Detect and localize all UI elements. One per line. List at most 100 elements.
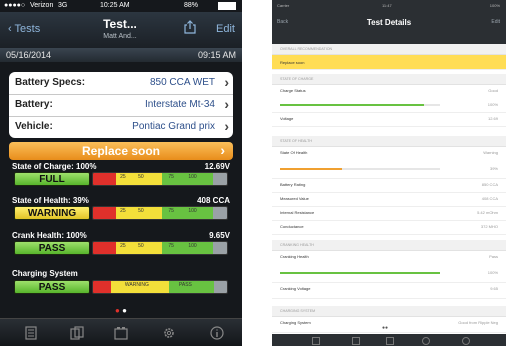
gauge-green-zone: 75 100 <box>162 242 214 254</box>
copy-icon[interactable] <box>352 337 360 345</box>
metric-label: State of Charge: 100% <box>12 162 97 171</box>
row-value: Pass <box>489 254 498 259</box>
cranking-voltage-row[interactable]: Cranking Voltage 9.65 <box>272 282 506 299</box>
gauge-yellow-zone: 25 50 <box>116 242 163 254</box>
row-value: Warning <box>483 150 498 155</box>
progress-value: 39% <box>489 166 498 171</box>
status-badge: PASS <box>14 241 90 255</box>
test-date-bar: 05/16/2014 09:15 AM <box>0 48 242 62</box>
battery-row[interactable]: Battery: Interstate Mt-34 › <box>9 94 233 117</box>
page-dot-active: ● <box>115 306 120 315</box>
gauge-tick: 50 <box>138 208 144 214</box>
row-label: Battery: <box>15 99 53 110</box>
gauge-tick: 25 <box>120 243 126 249</box>
vehicle-row[interactable]: Vehicle: Pontiac Grand prix › <box>9 116 233 138</box>
gauge-tick: 50 <box>138 243 144 249</box>
row-value: 372 MHO <box>480 224 498 229</box>
gauge-red-zone <box>93 242 117 254</box>
battery-icon[interactable] <box>386 337 394 345</box>
progress-bar <box>280 272 440 274</box>
tests-icon[interactable] <box>312 337 320 345</box>
test-date: 05/16/2014 <box>6 50 52 60</box>
battery-icon[interactable] <box>114 326 128 340</box>
charging-gauge: WARNING PASS <box>92 280 228 294</box>
gauge-end <box>213 207 227 219</box>
back-button-label: Tests <box>14 23 41 35</box>
conductance-row[interactable]: Conductance 372 MHO <box>272 220 506 235</box>
battery-icon <box>218 2 236 10</box>
progress-value: 100% <box>487 270 498 275</box>
internal-resistance-row[interactable]: Internal Resistance 5.42 mOhm <box>272 206 506 221</box>
cranking-health-row[interactable]: Cranking Health Pass 100% <box>272 250 506 283</box>
battery-rating-row[interactable]: Battery Rating 850 CCA <box>272 178 506 193</box>
section-title: CHARGING SYSTEM <box>280 309 316 313</box>
status-badge: FULL <box>14 172 90 186</box>
recommendation-row[interactable]: Replace soon <box>272 55 506 70</box>
signal-icon: ●●●●○ <box>4 2 26 9</box>
gauge-tick: 100 <box>188 208 197 214</box>
row-value: 9.65 <box>490 286 498 291</box>
test-time: 09:15 AM <box>197 50 236 60</box>
progress-fill <box>280 168 343 170</box>
row-value: 408 CCA <box>481 196 498 201</box>
gauge-green-zone: 75 100 <box>162 173 214 185</box>
navigation-bar: ‹ Tests Test... Matt And... Edit <box>0 12 242 49</box>
gauge-green-zone: 75 100 <box>162 207 214 219</box>
page-indicator[interactable]: ● ● <box>0 306 242 315</box>
health-gauge: 25 50 75 100 <box>92 206 228 220</box>
chevron-right-icon: › <box>224 74 229 90</box>
battery-specs-row[interactable]: Battery Specs: 850 CCA WET › <box>9 72 233 95</box>
measured-value-row[interactable]: Measured Value 408 CCA <box>272 192 506 207</box>
page-indicator[interactable]: ●● <box>382 325 388 331</box>
tests-icon[interactable] <box>24 326 38 340</box>
gauge-tick: 75 <box>168 243 174 249</box>
edit-button[interactable]: Edit <box>216 23 235 35</box>
info-icon[interactable] <box>462 337 470 345</box>
row-value: Good from Ripple Neg <box>458 320 498 325</box>
section-title: OVERALL RECOMMENDATION <box>280 47 333 51</box>
metric-label: Charging System <box>12 269 78 278</box>
voltage-row[interactable]: Voltage 12.69 <box>272 112 506 127</box>
chevron-right-icon: › <box>224 118 229 134</box>
progress-fill <box>280 104 424 106</box>
progress-fill <box>280 272 440 274</box>
gauge-tick: 75 <box>168 208 174 214</box>
copy-icon[interactable] <box>70 326 84 340</box>
replace-soon-button[interactable]: Replace soon › <box>9 142 233 160</box>
row-label: Cranking Health <box>280 254 309 259</box>
clock: 11:47 <box>382 3 392 8</box>
row-label: Voltage <box>280 116 294 121</box>
share-icon[interactable] <box>184 20 196 34</box>
gear-icon[interactable] <box>422 337 430 345</box>
row-value: Good <box>488 88 498 93</box>
row-label: State Of Health <box>280 150 308 155</box>
chevron-right-icon: › <box>220 142 225 158</box>
metric-label: State of Health: 39% <box>12 196 89 205</box>
row-label: Vehicle: <box>15 121 53 132</box>
section-title: CRANKING HEALTH <box>280 243 314 247</box>
info-icon[interactable] <box>210 326 224 340</box>
charge-status-row[interactable]: Charge Status Good 100% <box>272 84 506 113</box>
progress-value: 100% <box>487 102 498 107</box>
state-of-health-row[interactable]: State Of Health Warning 39% <box>272 146 506 179</box>
row-label: Measured Value <box>280 196 309 201</box>
progress-bar <box>280 168 440 170</box>
gauge-tick: 25 <box>120 208 126 214</box>
edit-button[interactable]: Edit <box>491 19 500 25</box>
chevron-right-icon: › <box>224 96 229 112</box>
crank-gauge: 25 50 75 100 <box>92 241 228 255</box>
charging-system-row[interactable]: Charging System Good from Ripple Neg ●● <box>272 316 506 333</box>
battery-percent: 88% <box>184 2 199 9</box>
clock: 10:25 AM <box>100 2 130 9</box>
gauge-tick: 50 <box>138 174 144 180</box>
section-header: OVERALL RECOMMENDATION <box>272 44 506 55</box>
section-title: STATE OF HEALTH <box>280 139 312 143</box>
back-button[interactable]: ‹ Tests <box>8 23 40 35</box>
gear-icon[interactable] <box>162 326 176 340</box>
gauge-tick: PASS <box>178 282 192 288</box>
row-label: Battery Rating <box>280 182 306 187</box>
replace-soon-label: Replace soon <box>81 144 161 158</box>
nav-title: Test... <box>103 17 137 31</box>
nav-title: Test Details <box>366 18 412 27</box>
gauge-tick: 100 <box>188 243 197 249</box>
